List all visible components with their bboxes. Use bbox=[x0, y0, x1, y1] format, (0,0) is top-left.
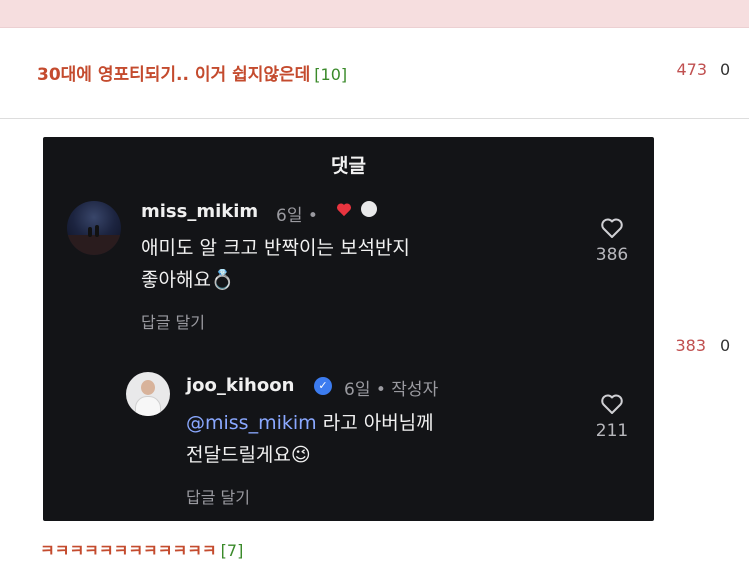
comment1-username: miss_mikim bbox=[141, 201, 259, 222]
comment1-line1: 애미도 알 크고 반짝이는 보석반지 bbox=[141, 237, 410, 259]
next-post-title-link[interactable]: ㅋㅋㅋㅋㅋㅋㅋㅋㅋㅋㅋㅋ [7] bbox=[40, 537, 243, 561]
post-title-link[interactable]: 30대에 영포티되기.. 이거 쉽지않은데 [10] bbox=[37, 60, 347, 85]
post-comment-count: [10] bbox=[314, 65, 348, 84]
post-row[interactable]: 30대에 영포티되기.. 이거 쉽지않은데 [10] 473 0 bbox=[0, 29, 749, 119]
next-post-title-text[interactable]: ㅋㅋㅋㅋㅋㅋㅋㅋㅋㅋㅋㅋ bbox=[40, 541, 217, 560]
screenshot-header: 댓글 bbox=[331, 155, 366, 177]
next-post-comment-count: [7] bbox=[220, 541, 244, 560]
comment2-like-button[interactable]: 211 bbox=[587, 393, 637, 441]
heart-outline-icon bbox=[601, 218, 623, 238]
post-title-text[interactable]: 30대에 영포티되기.. 이거 쉽지않은데 bbox=[37, 65, 310, 85]
comment2-like-count: 211 bbox=[595, 421, 629, 441]
comment1-like-button[interactable]: 386 bbox=[587, 217, 637, 265]
row2-view-count: 383 bbox=[675, 336, 706, 355]
post-view-count: 473 bbox=[676, 60, 707, 79]
liked-by-author-heart-icon bbox=[336, 203, 352, 217]
comment2-line1-text: 라고 아버님께 bbox=[316, 412, 434, 434]
comment2-reply-button[interactable]: 답글 달기 bbox=[186, 484, 250, 508]
verified-badge-icon: ✓ bbox=[314, 377, 332, 395]
comment2-meta: 6일 • 작성자 bbox=[344, 380, 439, 400]
embedded-comment-screenshot: 댓글 miss_mikim 6일 • 애미도 알 크고 반짝이는 보석반지 좋아… bbox=[43, 137, 654, 521]
row2-like-count: 0 bbox=[720, 336, 731, 355]
heart-outline-icon bbox=[601, 394, 623, 414]
joo-kihoon-avatar bbox=[126, 372, 170, 416]
comment1-reply-button[interactable]: 답글 달기 bbox=[141, 309, 205, 333]
comment1-meta: 6일 • bbox=[276, 206, 318, 226]
comment2-line1: @miss_mikim 라고 아버님께 bbox=[186, 408, 434, 438]
author-mini-avatar bbox=[361, 201, 377, 217]
comment2-mention[interactable]: @miss_mikim bbox=[186, 412, 317, 434]
miss-mikim-avatar bbox=[67, 201, 121, 255]
comment1-line2: 좋아해요💍 bbox=[141, 269, 235, 291]
post-like-count: 0 bbox=[720, 60, 731, 79]
top-header-bar bbox=[0, 0, 749, 28]
comment1-like-count: 386 bbox=[595, 245, 629, 265]
comment2-username: joo_kihoon bbox=[186, 375, 295, 396]
comment2-line2: 전달드릴게요😉 bbox=[186, 444, 311, 466]
